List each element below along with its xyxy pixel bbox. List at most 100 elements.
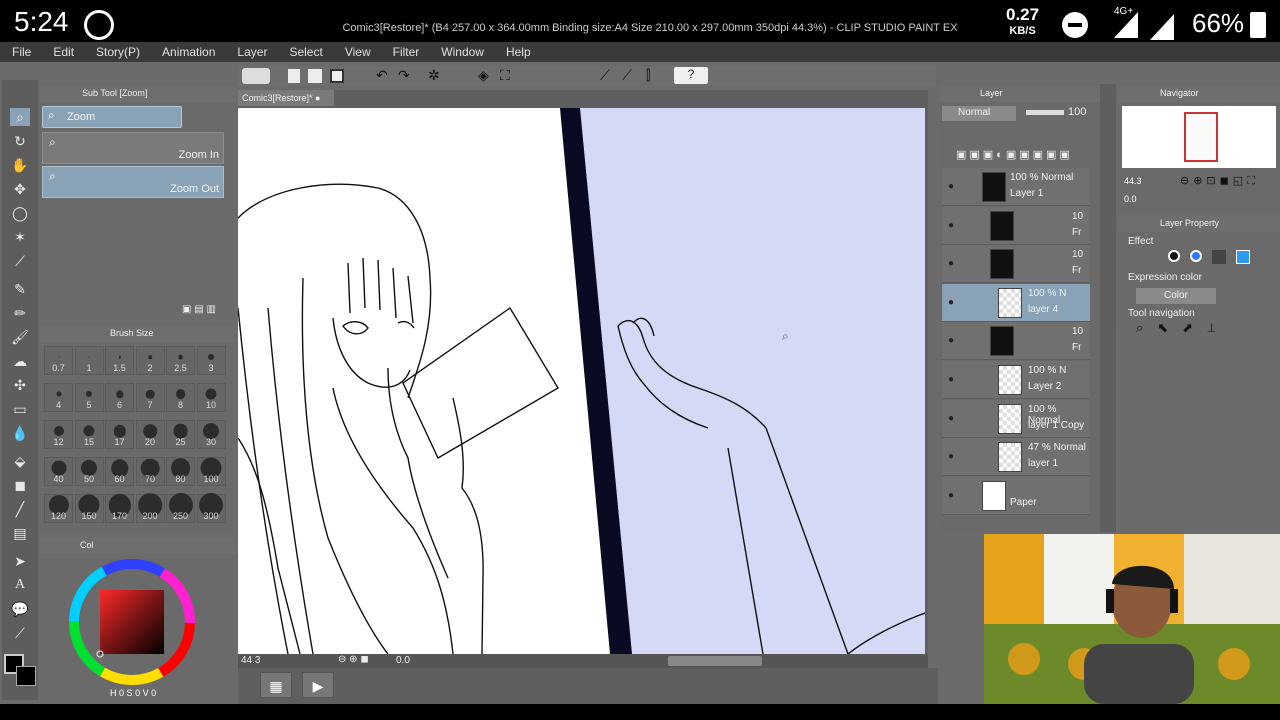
menu-help[interactable]: Help — [506, 45, 531, 59]
snap-grid-icon[interactable]: ⫿ — [646, 67, 650, 84]
menu-view[interactable]: View — [345, 45, 371, 59]
zoom-readout[interactable]: 44.3 — [241, 655, 260, 666]
visibility-eye-icon[interactable]: ● — [948, 374, 954, 385]
hand-tool-icon[interactable]: ✋ — [10, 156, 30, 174]
horizontal-scrollbar[interactable] — [668, 656, 762, 666]
visibility-eye-icon[interactable]: ● — [948, 335, 954, 346]
brush-size-option[interactable]: 70 — [135, 457, 165, 486]
brush-size-option[interactable]: 170 — [105, 494, 134, 523]
expression-color-select[interactable]: Color — [1136, 288, 1216, 304]
menu-select[interactable]: Select — [289, 45, 322, 59]
angle-readout[interactable]: 0.0 — [396, 655, 410, 666]
brush-size-option[interactable]: 15 — [74, 420, 104, 449]
fill-icon[interactable]: ◈ — [478, 67, 489, 84]
brush-size-option[interactable]: 6 — [105, 383, 134, 412]
brush-size-option[interactable]: 2.5 — [166, 346, 195, 375]
document-tab[interactable]: Comic3[Restore]* ● — [238, 90, 334, 106]
brush-size-option[interactable]: 10 — [196, 383, 226, 412]
effect-border-icon[interactable] — [1168, 250, 1180, 262]
brush-size-option[interactable]: 17 — [105, 420, 134, 449]
camera-icon[interactable]: ▶ — [302, 672, 334, 698]
transform-icon[interactable]: ⛶ — [500, 67, 510, 84]
visibility-eye-icon[interactable]: ● — [948, 181, 954, 192]
subtool-tab[interactable]: Sub Tool [Zoom] — [82, 88, 147, 98]
menu-story[interactable]: Story(P) — [96, 45, 140, 59]
eraser-tool-icon[interactable]: ▭ — [10, 400, 30, 418]
layer-row[interactable]: ● Paper — [942, 476, 1090, 515]
effect-texture-icon[interactable] — [1212, 250, 1226, 264]
save-icon[interactable] — [330, 69, 344, 83]
tool-navigation-buttons[interactable]: ⌕⬉⬈⟂ — [1136, 320, 1260, 340]
layer-row[interactable]: ● 10 Fr — [942, 322, 1090, 361]
layer-row[interactable]: ● 100 % N layer 4 — [942, 283, 1090, 322]
brush-size-option[interactable]: 7 — [135, 383, 165, 412]
pencil-tool-icon[interactable]: ✏ — [10, 304, 30, 322]
subtool-group-zoom[interactable]: Zoom — [42, 106, 182, 128]
color-tab[interactable]: Col — [80, 540, 94, 550]
layer-row[interactable]: ● 10 Fr — [942, 245, 1090, 284]
brush-size-option[interactable]: 2 — [135, 346, 165, 375]
layer-row[interactable]: ● 100 % Normal Layer 1 — [942, 168, 1090, 206]
brush-size-option[interactable]: 8 — [166, 383, 195, 412]
text-tool-icon[interactable]: A — [10, 576, 30, 594]
brush-size-option[interactable]: 3 — [196, 346, 226, 375]
menu-animation[interactable]: Animation — [162, 45, 215, 59]
operation-tool-icon[interactable]: ➤ — [10, 552, 30, 570]
visibility-eye-icon[interactable]: ● — [948, 490, 954, 501]
menu-filter[interactable]: Filter — [393, 45, 420, 59]
figure-tool-icon[interactable]: ╱ — [10, 500, 30, 518]
layer-property-tab[interactable]: Layer Property — [1160, 218, 1219, 228]
brush-size-option[interactable]: 12 — [44, 420, 73, 449]
brush-size-option[interactable]: 20 — [135, 420, 165, 449]
layer-row[interactable]: ● 100 % Normal layer 1 Copy — [942, 399, 1090, 438]
navigator-angle[interactable]: 0.0 — [1124, 194, 1137, 204]
move-tool-icon[interactable]: ✥ — [10, 180, 30, 198]
visibility-eye-icon[interactable]: ● — [948, 220, 954, 231]
blend-tool-icon[interactable]: 💧 — [10, 424, 30, 442]
decoration-tool-icon[interactable]: ✣ — [10, 376, 30, 394]
sub-color-swatch[interactable] — [16, 666, 36, 686]
visibility-eye-icon[interactable]: ● — [948, 297, 954, 308]
zoom-tool-icon[interactable]: ⌕ — [10, 108, 30, 126]
visibility-eye-icon[interactable]: ● — [948, 413, 954, 424]
visibility-eye-icon[interactable]: ● — [948, 258, 954, 269]
brush-size-option[interactable]: 25 — [166, 420, 195, 449]
brush-size-option[interactable]: 250 — [166, 493, 195, 523]
brush-size-option[interactable]: 150 — [74, 494, 104, 523]
opacity-value[interactable]: 100 — [1068, 106, 1086, 118]
brush-size-option[interactable]: 100 — [196, 457, 226, 486]
brush-size-tab[interactable]: Brush Size — [110, 328, 154, 338]
layer-scrollbar[interactable] — [1100, 84, 1116, 532]
subtool-zoom-out[interactable]: ⌕ Zoom Out — [42, 166, 224, 198]
correct-line-tool-icon[interactable]: ⟋ — [10, 624, 30, 642]
eyedropper-icon[interactable]: ⟋ — [10, 252, 30, 270]
clear-icon[interactable]: ✲ — [428, 67, 440, 84]
subtool-zoom-in[interactable]: ⌕ Zoom In — [42, 132, 224, 164]
layer-tab[interactable]: Layer — [980, 88, 1003, 98]
effect-tone-icon[interactable] — [1190, 250, 1202, 262]
filmstrip-icon[interactable]: ▦ — [260, 672, 292, 698]
pen-tool-icon[interactable]: ✎ — [10, 280, 30, 298]
gradient-tool-icon[interactable]: ◼ — [10, 476, 30, 494]
open-file-icon[interactable] — [308, 69, 322, 83]
help-icon[interactable]: ? — [674, 67, 708, 84]
layer-row[interactable]: ● 47 % Normal layer 1 — [942, 438, 1090, 477]
brush-size-option[interactable]: 200 — [135, 493, 165, 523]
menu-edit[interactable]: Edit — [53, 45, 74, 59]
undo-icon[interactable]: ↶ — [376, 67, 388, 84]
brush-size-option[interactable]: 30 — [196, 420, 226, 449]
zoom-controls[interactable]: ⊖ ⊕ ◼ — [338, 654, 369, 665]
airbrush-tool-icon[interactable]: ☁ — [10, 352, 30, 370]
brush-size-option[interactable]: 300 — [196, 493, 226, 523]
menu-layer[interactable]: Layer — [237, 45, 267, 59]
brush-size-option[interactable]: 4 — [44, 383, 73, 412]
lasso-tool-icon[interactable]: ◯ — [10, 204, 30, 222]
navigator-zoom[interactable]: 44.3 — [1124, 176, 1142, 186]
menu-file[interactable]: File — [12, 45, 31, 59]
layer-actions[interactable]: ▣▣▣◐▣▣▣▣▣ — [956, 148, 1073, 161]
effect-color-icon[interactable] — [1236, 250, 1250, 264]
redo-icon[interactable]: ↷ — [398, 67, 410, 84]
brush-size-option[interactable]: 1 — [74, 346, 104, 375]
fill-tool-icon[interactable]: ⬙ — [10, 452, 30, 470]
balloon-tool-icon[interactable]: 💬 — [10, 600, 30, 618]
